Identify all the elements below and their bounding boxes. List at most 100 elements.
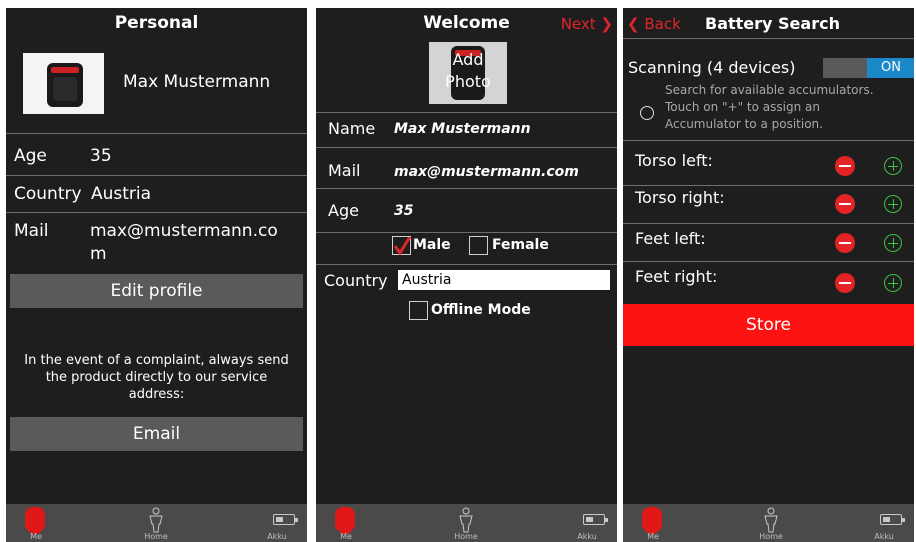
next-label: Next bbox=[560, 15, 596, 33]
edit-profile-button[interactable]: Edit profile bbox=[10, 274, 303, 308]
tab-home[interactable]: Home bbox=[741, 504, 801, 542]
tab-label: Home bbox=[759, 532, 783, 541]
country-label: Country bbox=[324, 271, 388, 290]
complaint-text: the product directly to our service bbox=[45, 370, 268, 385]
chevron-left-icon: ❮ bbox=[627, 15, 640, 33]
offline-mode-checkbox[interactable] bbox=[409, 301, 428, 320]
person-head-icon bbox=[642, 507, 662, 534]
divider bbox=[316, 264, 617, 265]
tab-bar: Me Home Akku bbox=[6, 504, 307, 542]
info-circle-icon bbox=[640, 106, 654, 120]
person-head-icon bbox=[25, 507, 45, 534]
tab-akku[interactable]: Akku bbox=[854, 504, 914, 542]
divider bbox=[316, 147, 617, 148]
remove-button[interactable] bbox=[835, 156, 855, 176]
divider bbox=[6, 212, 307, 213]
hint-text: Touch on "+" to assign an bbox=[665, 100, 820, 114]
add-button[interactable] bbox=[884, 274, 902, 292]
back-button[interactable]: ❮ Back bbox=[627, 15, 681, 33]
age-label: Age bbox=[14, 146, 47, 166]
remove-button[interactable] bbox=[835, 273, 855, 293]
next-button[interactable]: Next ❯ bbox=[561, 15, 613, 33]
mail-label: Mail bbox=[328, 161, 361, 180]
age-value: 35 bbox=[90, 146, 112, 166]
store-button[interactable]: Store bbox=[623, 304, 914, 346]
tab-bar: Me Home Akku bbox=[316, 504, 617, 542]
remove-button[interactable] bbox=[835, 194, 855, 214]
divider bbox=[623, 185, 914, 186]
profile-name: Max Mustermann bbox=[123, 72, 271, 92]
position-label: Torso left: bbox=[635, 151, 713, 170]
tab-akku[interactable]: Akku bbox=[557, 504, 617, 542]
scanning-toggle[interactable]: ON bbox=[823, 58, 914, 78]
page-title: Battery Search bbox=[705, 14, 840, 33]
divider bbox=[623, 140, 914, 141]
male-checkbox[interactable] bbox=[392, 234, 413, 256]
divider bbox=[623, 261, 914, 262]
age-field[interactable]: 35 bbox=[394, 203, 413, 219]
mail-value-wrap: m bbox=[90, 244, 107, 264]
battery-icon bbox=[880, 514, 905, 525]
tab-label: Home bbox=[144, 532, 168, 541]
add-button[interactable] bbox=[884, 157, 902, 175]
page-title: Personal bbox=[114, 13, 199, 33]
divider bbox=[623, 223, 914, 224]
mail-value: max@mustermann.co bbox=[90, 221, 278, 241]
person-head-icon bbox=[335, 507, 355, 534]
female-label: Female bbox=[492, 237, 549, 253]
tab-home[interactable]: Home bbox=[126, 504, 186, 542]
divider bbox=[6, 175, 307, 176]
divider bbox=[316, 232, 617, 233]
mail-field[interactable]: max@mustermann.com bbox=[394, 164, 579, 180]
name-label: Name bbox=[328, 119, 376, 138]
position-label: Feet left: bbox=[635, 229, 706, 248]
offline-mode-label: Offline Mode bbox=[431, 302, 531, 318]
add-photo-label: Photo bbox=[445, 72, 491, 91]
divider bbox=[316, 188, 617, 189]
toggle-on-label: ON bbox=[867, 58, 914, 78]
battery-search-screen: ❮ Back Battery Search Scanning (4 device… bbox=[623, 8, 914, 542]
back-label: Back bbox=[644, 15, 681, 33]
add-photo-button[interactable]: Add Photo bbox=[429, 42, 507, 104]
country-field[interactable]: Austria bbox=[398, 270, 610, 290]
divider bbox=[6, 133, 307, 134]
tab-bar: Me Home Akku bbox=[623, 504, 914, 542]
position-label: Feet right: bbox=[635, 267, 718, 286]
add-photo-label: Add bbox=[452, 50, 484, 69]
position-label: Torso right: bbox=[635, 188, 725, 207]
battery-device-image bbox=[47, 63, 83, 107]
welcome-screen: Welcome Next ❯ Add Photo Name Max Muster… bbox=[316, 8, 617, 542]
male-label: Male bbox=[413, 237, 451, 253]
hint-text: Search for available accumulators. bbox=[665, 83, 874, 97]
tab-label: Akku bbox=[577, 532, 597, 541]
age-label: Age bbox=[328, 201, 359, 220]
complaint-text: address: bbox=[128, 387, 185, 402]
divider bbox=[623, 38, 914, 39]
tab-home[interactable]: Home bbox=[436, 504, 496, 542]
tab-label: Me bbox=[647, 532, 659, 541]
chevron-right-icon: ❯ bbox=[600, 15, 613, 33]
country-value: Austria bbox=[91, 184, 152, 204]
tab-me[interactable]: Me bbox=[623, 504, 683, 542]
profile-photo bbox=[23, 53, 104, 114]
checkmark-icon bbox=[393, 234, 413, 256]
body-figure-icon bbox=[149, 507, 163, 533]
tab-label: Home bbox=[454, 532, 478, 541]
battery-icon bbox=[583, 514, 608, 525]
name-field[interactable]: Max Mustermann bbox=[394, 121, 531, 137]
tab-label: Akku bbox=[267, 532, 287, 541]
add-button[interactable] bbox=[884, 195, 902, 213]
email-button[interactable]: Email bbox=[10, 417, 303, 451]
battery-icon bbox=[273, 514, 298, 525]
tab-me[interactable]: Me bbox=[316, 504, 376, 542]
add-button[interactable] bbox=[884, 234, 902, 252]
tab-akku[interactable]: Akku bbox=[247, 504, 307, 542]
hint-text: Accumulator to a position. bbox=[665, 117, 823, 131]
remove-button[interactable] bbox=[835, 233, 855, 253]
tab-me[interactable]: Me bbox=[6, 504, 66, 542]
personal-screen: Personal Max Mustermann Age 35 Country A… bbox=[6, 8, 307, 542]
body-figure-icon bbox=[459, 507, 473, 533]
mail-label: Mail bbox=[14, 221, 49, 241]
country-label: Country bbox=[14, 184, 82, 204]
female-checkbox[interactable] bbox=[469, 236, 488, 255]
